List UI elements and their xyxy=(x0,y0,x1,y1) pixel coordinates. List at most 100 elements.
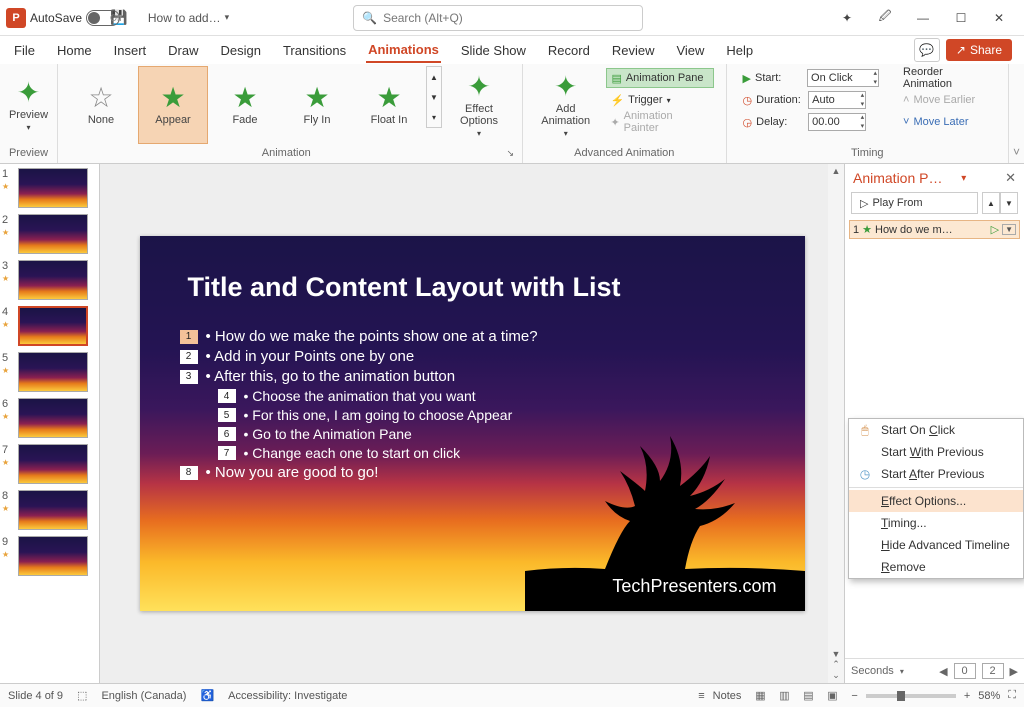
tab-transitions[interactable]: Transitions xyxy=(281,39,348,62)
animation-pane-button[interactable]: ▤ Animation Pane xyxy=(606,68,713,88)
tab-slide-show[interactable]: Slide Show xyxy=(459,39,528,62)
autosave-toggle[interactable]: AutoSave Off xyxy=(30,10,106,26)
next-slide-icon[interactable]: ⌄ xyxy=(832,670,840,681)
prev-slide-icon[interactable]: ⌃ xyxy=(832,659,840,670)
tab-home[interactable]: Home xyxy=(55,39,94,62)
ribbon-display-icon[interactable]: 🖉 xyxy=(866,4,904,32)
play-from-button[interactable]: ▷ Play From xyxy=(851,192,978,214)
sorter-view-icon[interactable]: ▥ xyxy=(773,687,795,705)
timeline-prev-icon[interactable]: ◀ xyxy=(939,665,947,678)
slide-canvas[interactable]: Title and Content Layout with List 1• Ho… xyxy=(140,236,805,611)
close-pane-icon[interactable]: ✕ xyxy=(1005,170,1016,186)
thumbnail-4[interactable]: 4 xyxy=(2,306,97,346)
scroll-down-icon[interactable]: ▼ xyxy=(832,649,841,659)
thumbnail-7[interactable]: 7 xyxy=(2,444,97,484)
reading-view-icon[interactable]: ▤ xyxy=(797,687,819,705)
thumbnail-panel[interactable]: 1 2 3 4 5 6 7 8 9 xyxy=(0,164,100,683)
thumbnail-2[interactable]: 2 xyxy=(2,214,97,254)
fit-window-icon[interactable]: ⛶ xyxy=(1008,689,1016,702)
minimize-button[interactable]: — xyxy=(904,4,942,32)
close-button[interactable]: ✕ xyxy=(980,4,1018,32)
menu-start-on-click[interactable]: 🖱 Start On Click xyxy=(849,419,1023,441)
comments-button[interactable]: 💬 xyxy=(914,38,940,62)
move-up-button[interactable]: ▲ xyxy=(982,192,1000,214)
slideshow-view-icon[interactable]: ▣ xyxy=(821,687,843,705)
thumbnail-9[interactable]: 9 xyxy=(2,536,97,576)
list-item[interactable]: 8• Now you are good to go! xyxy=(180,464,538,481)
scroll-up-icon[interactable]: ▲ xyxy=(832,166,841,176)
maximize-button[interactable]: ☐ xyxy=(942,4,980,32)
tab-file[interactable]: File xyxy=(12,39,37,62)
menu-timing[interactable]: Timing... xyxy=(849,512,1023,534)
tab-record[interactable]: Record xyxy=(546,39,592,62)
move-later-button[interactable]: ˅ Move Later xyxy=(899,112,996,132)
thumbnail-6[interactable]: 6 xyxy=(2,398,97,438)
animation-painter-button[interactable]: ✦ Animation Painter xyxy=(606,112,713,132)
delay-input[interactable]: 00.00 xyxy=(808,113,866,131)
search-input[interactable]: 🔍 Search (Alt+Q) xyxy=(353,5,643,31)
move-down-button[interactable]: ▼ xyxy=(1000,192,1018,214)
menu-start-with-previous[interactable]: Start With Previous xyxy=(849,441,1023,463)
menu-effect-options[interactable]: Effect Options... xyxy=(849,490,1023,512)
animation-none[interactable]: ☆None xyxy=(66,66,136,144)
document-title[interactable]: How to add… ▾ xyxy=(148,11,229,25)
animation-float-in[interactable]: ★Float In xyxy=(354,66,424,144)
list-item[interactable]: 7• Change each one to start on click xyxy=(218,445,538,461)
list-item[interactable]: 6• Go to the Animation Pane xyxy=(218,426,538,442)
dialog-launcher-icon[interactable]: ↘ xyxy=(506,148,514,159)
slide-scrollbar[interactable]: ▲ ▼ ⌃ ⌄ xyxy=(828,164,844,683)
chevron-down-icon[interactable]: ▾ xyxy=(900,667,904,676)
duration-input[interactable]: Auto xyxy=(808,91,866,109)
tab-review[interactable]: Review xyxy=(610,39,657,62)
menu-start-after-previous[interactable]: ◷ Start After Previous xyxy=(849,463,1023,485)
move-earlier-button[interactable]: ˄ Move Earlier xyxy=(899,90,996,110)
list-item[interactable]: 4• Choose the animation that you want xyxy=(218,388,538,404)
gallery-up-icon[interactable]: ▲ xyxy=(427,67,441,87)
start-dropdown[interactable]: On Click xyxy=(807,69,879,87)
slide-editor[interactable]: Title and Content Layout with List 1• Ho… xyxy=(100,164,844,683)
collapse-ribbon-icon[interactable]: ˅ xyxy=(1009,141,1024,163)
timeline-next-icon[interactable]: ▶ xyxy=(1010,665,1018,678)
notes-button[interactable]: Notes xyxy=(713,690,742,702)
list-item[interactable]: 5• For this one, I am going to choose Ap… xyxy=(218,407,538,423)
tab-animations[interactable]: Animations xyxy=(366,38,441,63)
normal-view-icon[interactable]: ▦ xyxy=(749,687,771,705)
thumbnail-5[interactable]: 5 xyxy=(2,352,97,392)
preview-button[interactable]: ✦ Preview ▾ xyxy=(0,66,64,144)
animation-list-item[interactable]: 1 ★ How do we m… ▷ ▼ xyxy=(849,220,1020,239)
tab-insert[interactable]: Insert xyxy=(112,39,149,62)
list-item[interactable]: 3• After this, go to the animation butto… xyxy=(180,368,538,385)
slide-bullets[interactable]: 1• How do we make the points show one at… xyxy=(180,328,538,484)
language-button[interactable]: English (Canada) xyxy=(101,690,186,702)
menu-remove[interactable]: Remove xyxy=(849,556,1023,578)
slide-counter[interactable]: Slide 4 of 9 xyxy=(8,690,63,702)
effect-options-button[interactable]: ✦Effect Options▾ xyxy=(444,66,514,144)
zoom-slider[interactable] xyxy=(866,694,956,698)
thumbnail-3[interactable]: 3 xyxy=(2,260,97,300)
gallery-more-icon[interactable]: ▾ xyxy=(427,107,441,127)
pane-options-icon[interactable]: ▾ xyxy=(961,173,966,184)
animation-appear[interactable]: ★Appear xyxy=(138,66,208,144)
thumbnail-1[interactable]: 1 xyxy=(2,168,97,208)
dropdown-icon[interactable]: ▼ xyxy=(1002,224,1016,235)
zoom-level[interactable]: 58% xyxy=(978,690,1000,702)
accessibility-button[interactable]: Accessibility: Investigate xyxy=(228,690,347,702)
copilot-icon[interactable]: ✦ xyxy=(828,4,866,32)
slide-title[interactable]: Title and Content Layout with List xyxy=(188,272,621,303)
tab-design[interactable]: Design xyxy=(219,39,263,62)
trigger-button[interactable]: ⚡ Trigger ▾ xyxy=(606,90,713,110)
gallery-down-icon[interactable]: ▼ xyxy=(427,87,441,107)
list-item[interactable]: 1• How do we make the points show one at… xyxy=(180,328,538,345)
menu-hide-timeline[interactable]: Hide Advanced Timeline xyxy=(849,534,1023,556)
animation-fade[interactable]: ★Fade xyxy=(210,66,280,144)
share-button[interactable]: ↗Share xyxy=(946,39,1012,61)
list-item[interactable]: 2• Add in your Points one by one xyxy=(180,348,538,365)
zoom-out-icon[interactable]: − xyxy=(851,690,857,702)
thumbnail-8[interactable]: 8 xyxy=(2,490,97,530)
animation-fly-in[interactable]: ★Fly In xyxy=(282,66,352,144)
zoom-in-icon[interactable]: + xyxy=(964,690,970,702)
tab-view[interactable]: View xyxy=(674,39,706,62)
tab-help[interactable]: Help xyxy=(724,39,755,62)
add-animation-button[interactable]: ✦ Add Animation ▾ xyxy=(531,66,600,144)
tab-draw[interactable]: Draw xyxy=(166,39,200,62)
